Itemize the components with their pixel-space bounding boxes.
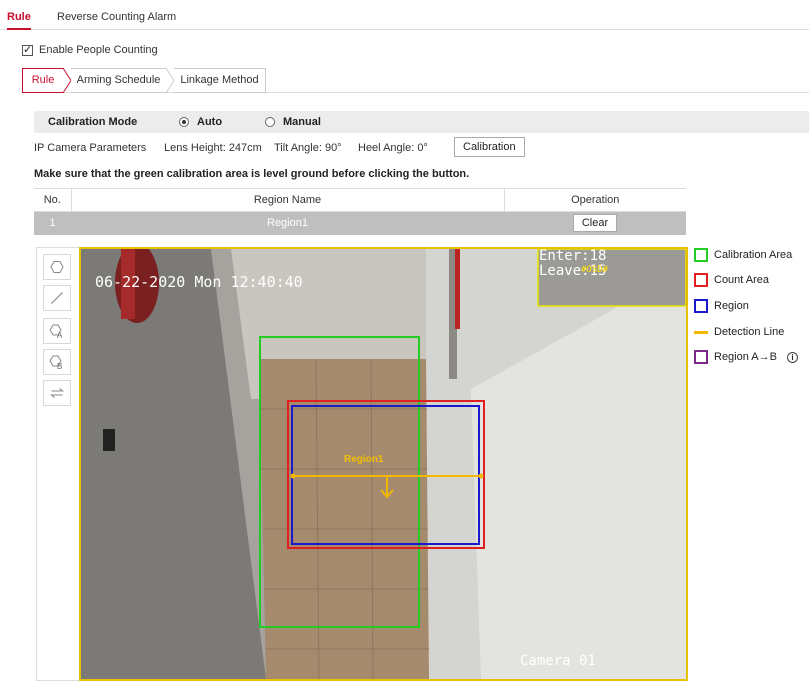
col-operation: Operation <box>503 188 686 212</box>
radio-manual-label: Manual <box>283 116 321 128</box>
legend-swatch <box>694 248 708 262</box>
row-operation: Clear <box>504 211 686 235</box>
camera-params-row: IP Camera Parameters Lens Height: 247cm … <box>34 137 809 159</box>
radio-auto-label: Auto <box>197 116 223 128</box>
svg-text:A: A <box>57 331 63 339</box>
tab-rule[interactable]: Rule <box>7 11 31 30</box>
step-linkage-method[interactable]: Linkage Method <box>174 68 266 93</box>
tab-reverse-counting-alarm[interactable]: Reverse Counting Alarm <box>57 11 176 23</box>
step-tabs: Rule Arming Schedule Linkage Method <box>22 68 809 93</box>
region-a-icon[interactable]: A <box>43 318 71 344</box>
enable-people-counting[interactable]: Enable People Counting <box>22 43 158 56</box>
legend-label: Region A→B <box>714 351 777 363</box>
enable-label: Enable People Counting <box>39 44 158 56</box>
legend-label: Region <box>714 300 749 312</box>
legend-calibration-area: Calibration Area <box>694 248 792 262</box>
region-overlay-label: Region1 <box>344 454 384 465</box>
calibration-warning: Make sure that the green calibration are… <box>34 168 470 180</box>
line-icon[interactable] <box>43 285 71 311</box>
osd-timestamp: 06-22-2020 Mon 12:40:40 <box>95 273 303 291</box>
calibration-button[interactable]: Calibration <box>454 137 525 157</box>
info-icon[interactable]: i <box>786 351 798 363</box>
video-preview[interactable]: 06-22-2020 Mon 12:40:40 Enter:18 Leave:1… <box>79 247 688 681</box>
legend-count-area: Count Area <box>694 273 769 287</box>
legend-label: Count Area <box>714 274 770 286</box>
osd-tag: #OSD# <box>581 265 609 275</box>
calibration-mode-bar: Calibration Mode Auto Manual <box>34 111 809 133</box>
legend-region-a-b: Region A→B i <box>694 350 798 364</box>
region-table: No. Region Name Operation 1 Region1 Clea… <box>34 188 686 235</box>
heel-angle: Heel Angle: 0° <box>358 142 428 154</box>
clear-button[interactable]: Clear <box>572 214 618 233</box>
draw-toolbar: A B <box>36 247 79 681</box>
radio-manual[interactable]: Manual <box>265 116 321 128</box>
radio-auto-dot[interactable] <box>179 117 189 127</box>
legend-label: Calibration Area <box>714 249 793 261</box>
calibration-mode-label: Calibration Mode <box>48 116 138 128</box>
row-region-name: Region1 <box>71 211 504 235</box>
row-no: 1 <box>34 211 71 235</box>
col-region-name: Region Name <box>70 188 504 212</box>
col-no: No. <box>34 188 71 212</box>
params-label: IP Camera Parameters <box>34 142 147 154</box>
region-b-icon[interactable]: B <box>43 349 71 375</box>
camera-scene <box>81 249 686 679</box>
step-rule[interactable]: Rule <box>22 68 64 93</box>
legend-swatch <box>694 299 708 313</box>
radio-auto[interactable]: Auto <box>179 116 222 128</box>
svg-text:B: B <box>57 362 62 370</box>
legend-detection-line: Detection Line <box>694 326 784 338</box>
legend-swatch <box>694 330 708 334</box>
legend-swatch <box>694 273 708 287</box>
hexagon-icon[interactable] <box>43 254 71 280</box>
tilt-angle: Tilt Angle: 90° <box>274 142 342 154</box>
table-row[interactable]: 1 Region1 Clear <box>34 211 686 235</box>
legend-region: Region <box>694 299 749 313</box>
legend-label: Detection Line <box>714 326 785 338</box>
radio-manual-dot[interactable] <box>265 117 275 127</box>
legend-swatch <box>694 350 708 364</box>
lens-height: Lens Height: 247cm <box>164 142 262 154</box>
top-tab-bar: Rule Reverse Counting Alarm <box>0 0 809 30</box>
swap-icon[interactable] <box>43 380 71 406</box>
enable-checkbox[interactable] <box>22 43 33 56</box>
osd-enter-count: Enter:18 <box>539 248 607 264</box>
osd-camera-name: Camera 01 <box>520 653 596 669</box>
step-arming-schedule[interactable]: Arming Schedule <box>71 68 167 93</box>
